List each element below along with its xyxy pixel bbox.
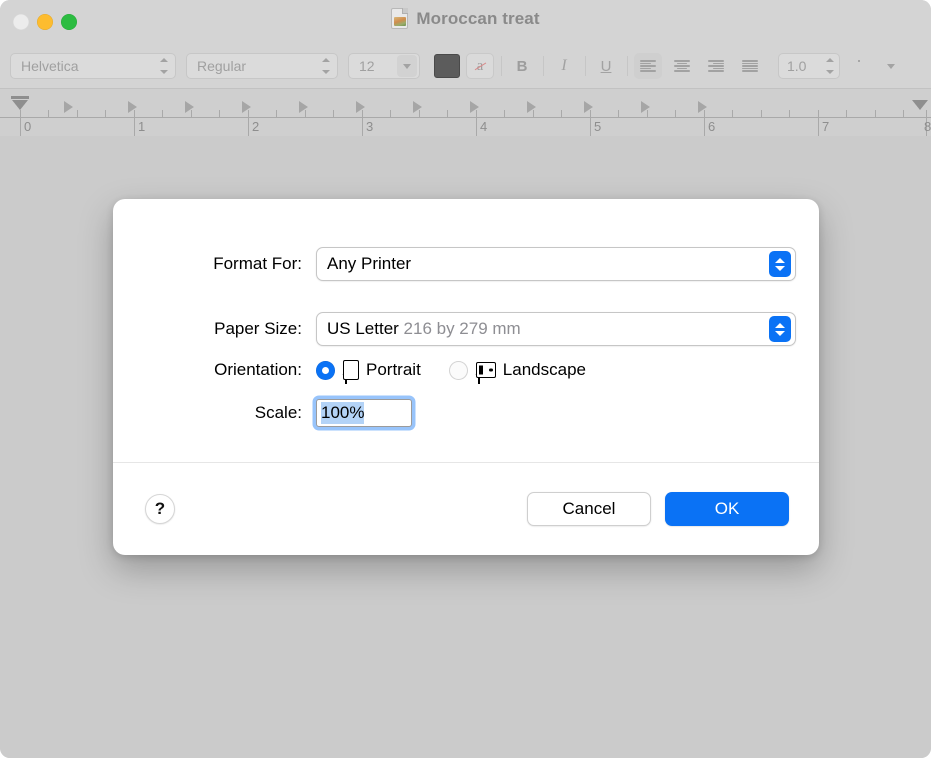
bullet-list-icon — [858, 60, 875, 72]
italic-button[interactable]: I — [550, 53, 578, 79]
window-title-group: Moroccan treat — [0, 8, 931, 29]
page-setup-form: Format For: Any Printer Paper Size: US L… — [113, 199, 819, 462]
orientation-label: Orientation: — [113, 360, 302, 380]
font-style-stepper-icon[interactable] — [320, 58, 331, 74]
align-left-button[interactable] — [634, 53, 662, 79]
scale-label: Scale: — [113, 403, 302, 423]
right-indent-marker[interactable] — [912, 100, 928, 110]
close-window-button[interactable] — [13, 14, 29, 30]
format-for-row: Format For: Any Printer — [113, 247, 819, 281]
page-setup-dialog: Format For: Any Printer Paper Size: US L… — [113, 199, 819, 555]
left-indent-marker[interactable] — [11, 96, 29, 110]
minimize-window-button[interactable] — [37, 14, 53, 30]
strikethrough-a-icon: a — [477, 58, 484, 75]
paper-size-dimensions: 216 by 279 mm — [404, 319, 521, 338]
align-center-button[interactable] — [668, 53, 696, 79]
help-button[interactable]: ? — [145, 494, 175, 524]
ruler-number: 1 — [138, 119, 145, 134]
scale-row: Scale: 100% — [113, 399, 819, 427]
paper-size-row: Paper Size: US Letter 216 by 279 mm — [113, 312, 819, 346]
align-justify-button[interactable] — [736, 53, 764, 79]
toolbar-divider — [543, 56, 544, 76]
align-justify-icon — [742, 60, 758, 72]
chevron-down-icon[interactable] — [397, 55, 417, 77]
document-thumbnail-icon — [391, 8, 408, 29]
textedit-window: Moroccan treat Helvetica Regular 12 a B … — [0, 0, 931, 758]
scale-value: 100% — [321, 402, 364, 424]
line-spacing-select[interactable]: 1.0 — [778, 53, 840, 79]
strikethrough-button[interactable]: a — [466, 53, 494, 79]
toolbar-divider — [585, 56, 586, 76]
format-for-select[interactable]: Any Printer — [316, 247, 796, 281]
portrait-label: Portrait — [366, 360, 421, 380]
page-portrait-icon — [342, 360, 359, 380]
ruler-number: 8 — [924, 119, 931, 134]
font-size-value: 12 — [359, 58, 397, 74]
ruler-number: 5 — [594, 119, 601, 134]
landscape-label: Landscape — [503, 360, 586, 380]
align-left-icon — [640, 60, 656, 72]
ruler-number: 3 — [366, 119, 373, 134]
font-size-select[interactable]: 12 — [348, 53, 420, 79]
dialog-footer: ? Cancel OK — [113, 462, 819, 555]
cancel-button[interactable]: Cancel — [527, 492, 651, 526]
align-center-icon — [674, 60, 690, 72]
line-spacing-value: 1.0 — [787, 58, 820, 74]
text-color-swatch[interactable] — [434, 54, 460, 78]
chevron-up-down-icon[interactable] — [769, 316, 791, 342]
paper-size-value: US Letter 216 by 279 mm — [327, 319, 769, 339]
font-family-value: Helvetica — [21, 58, 154, 74]
font-family-stepper-icon[interactable] — [158, 58, 169, 74]
ruler-number: 0 — [24, 119, 31, 134]
page-title: Moroccan treat — [416, 9, 539, 29]
ruler-baseline — [0, 117, 931, 118]
align-right-button[interactable] — [702, 53, 730, 79]
page-landscape-icon — [475, 362, 496, 378]
ruler-number: 4 — [480, 119, 487, 134]
orientation-option-portrait[interactable]: Portrait — [316, 360, 421, 380]
scale-input[interactable]: 100% — [316, 399, 412, 427]
paper-size-select[interactable]: US Letter 216 by 279 mm — [316, 312, 796, 346]
document-ruler[interactable]: 0 1 2 3 4 5 6 7 8 — [0, 88, 931, 136]
toolbar-divider — [501, 56, 502, 76]
ruler-number: 6 — [708, 119, 715, 134]
orientation-row: Orientation: Portrait — [113, 360, 819, 380]
font-style-select[interactable]: Regular — [186, 53, 338, 79]
line-spacing-stepper-icon[interactable] — [824, 58, 835, 74]
format-for-value: Any Printer — [327, 254, 769, 274]
list-style-dropdown[interactable] — [880, 53, 902, 79]
maximize-window-button[interactable] — [61, 14, 77, 30]
paper-size-label: Paper Size: — [113, 319, 302, 339]
font-style-value: Regular — [197, 58, 316, 74]
traffic-light-group — [13, 14, 77, 30]
orientation-option-landscape[interactable]: Landscape — [449, 360, 586, 380]
font-family-select[interactable]: Helvetica — [10, 53, 176, 79]
chevron-down-icon — [887, 64, 895, 69]
ruler-number: 7 — [822, 119, 829, 134]
list-style-button[interactable] — [854, 53, 878, 79]
window-titlebar: Moroccan treat — [0, 0, 931, 44]
underline-button[interactable]: U — [592, 53, 620, 79]
format-for-label: Format For: — [113, 254, 302, 274]
align-right-icon — [708, 60, 724, 72]
landscape-radio[interactable] — [449, 361, 468, 380]
ok-button[interactable]: OK — [665, 492, 789, 526]
format-toolbar: Helvetica Regular 12 a B I U — [0, 44, 931, 88]
toolbar-divider — [627, 56, 628, 76]
chevron-up-down-icon[interactable] — [769, 251, 791, 277]
ruler-number: 2 — [252, 119, 259, 134]
bold-button[interactable]: B — [508, 53, 536, 79]
portrait-radio[interactable] — [316, 361, 335, 380]
